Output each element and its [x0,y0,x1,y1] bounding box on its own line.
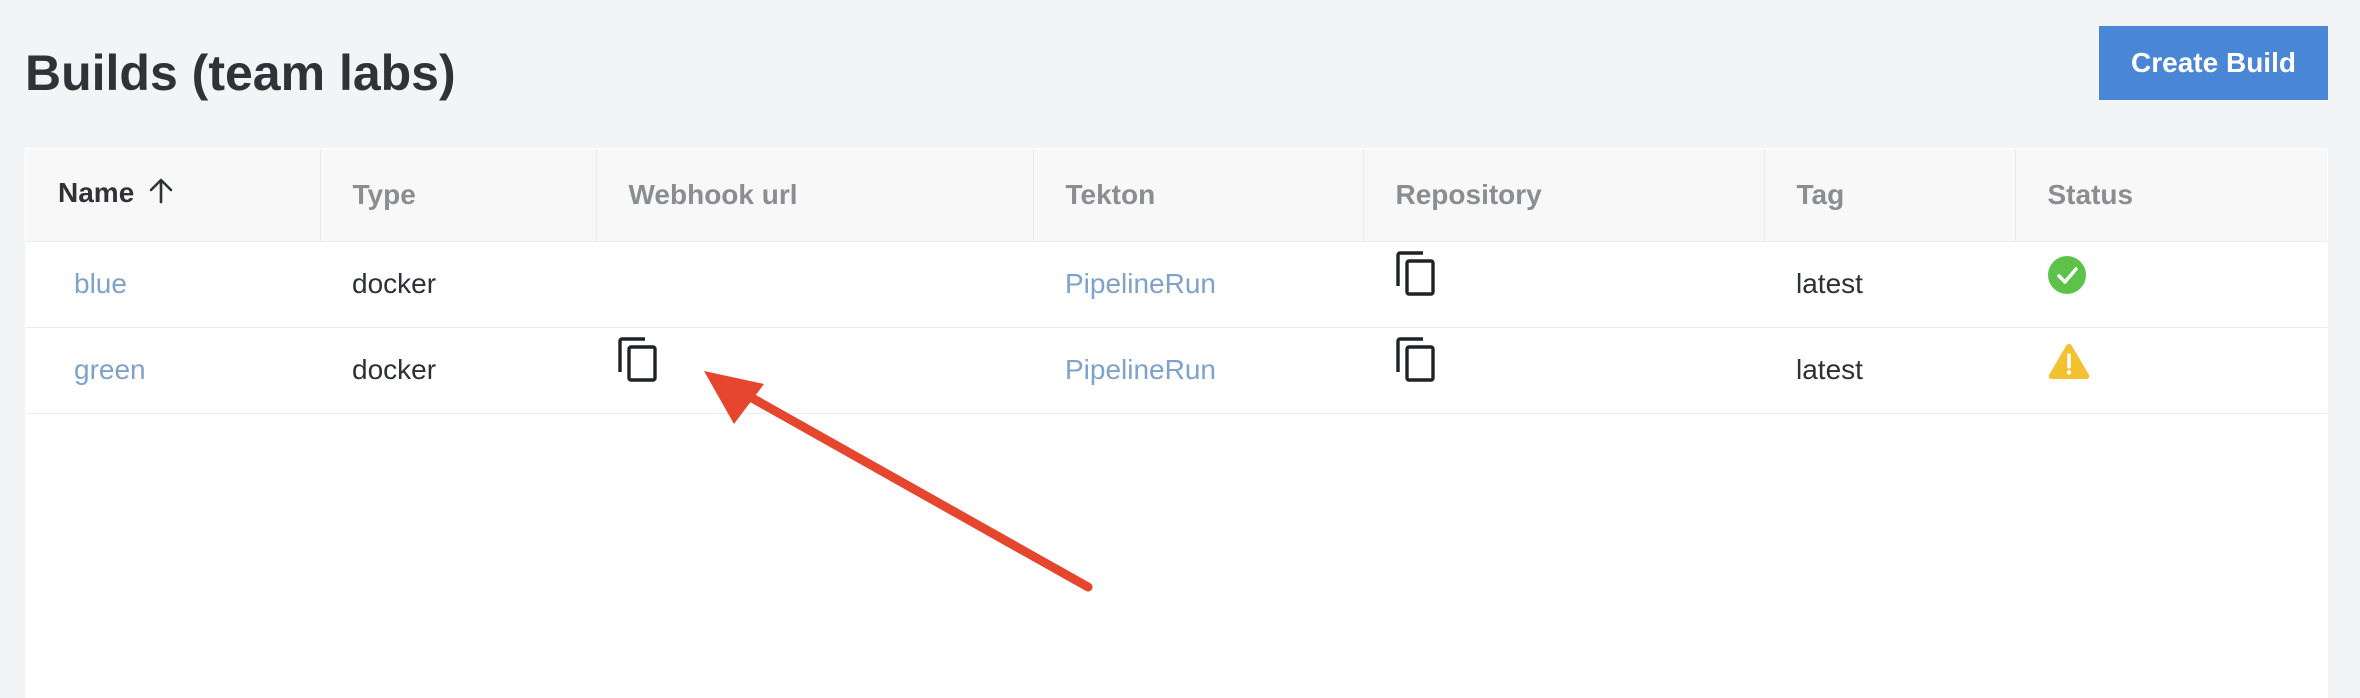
table-row: green docker PipelineRun latest [26,327,2327,414]
builds-table: Name Type Webhook url Tekton Repository … [26,149,2327,414]
warning-triangle-icon [2047,341,2091,388]
repository-cell [1363,241,1764,328]
webhook-url-cell [596,241,1033,328]
repository-cell [1363,327,1764,414]
tag-cell: latest [1764,327,2015,414]
builds-table-panel: Name Type Webhook url Tekton Repository … [25,148,2328,698]
column-header-status[interactable]: Status [2015,149,2327,242]
name-cell: blue [26,241,320,328]
column-header-tekton[interactable]: Tekton [1033,149,1364,242]
create-build-button[interactable]: Create Build [2099,26,2328,100]
copy-icon[interactable] [617,336,659,390]
type-cell: docker [320,327,596,414]
column-header-webhook-url[interactable]: Webhook url [596,149,1034,242]
check-circle-icon [2047,255,2087,302]
table-header-row: Name Type Webhook url Tekton Repository … [26,149,2327,242]
pipelinerun-link[interactable]: PipelineRun [1065,268,1216,299]
status-cell [2015,241,2327,328]
column-header-tag[interactable]: Tag [1764,149,2016,242]
name-cell: green [26,327,320,414]
webhook-url-cell [596,327,1033,414]
table-row: blue docker PipelineRun latest [26,241,2327,328]
copy-icon[interactable] [1395,336,1437,390]
arrow-up-icon[interactable] [148,177,174,212]
tag-cell: latest [1764,241,2015,328]
column-header-name[interactable]: Name [26,149,321,242]
pipelinerun-link[interactable]: PipelineRun [1065,354,1216,385]
tekton-cell: PipelineRun [1033,241,1363,328]
tekton-cell: PipelineRun [1033,327,1363,414]
copy-icon[interactable] [1395,250,1437,304]
page-title: Builds (team labs) [25,45,456,101]
column-header-type[interactable]: Type [320,149,597,242]
column-header-label: Name [58,177,135,209]
column-header-repository[interactable]: Repository [1363,149,1765,242]
status-cell [2015,327,2327,414]
type-cell: docker [320,241,596,328]
build-name-link[interactable]: blue [74,268,127,299]
build-name-link[interactable]: green [74,354,146,385]
